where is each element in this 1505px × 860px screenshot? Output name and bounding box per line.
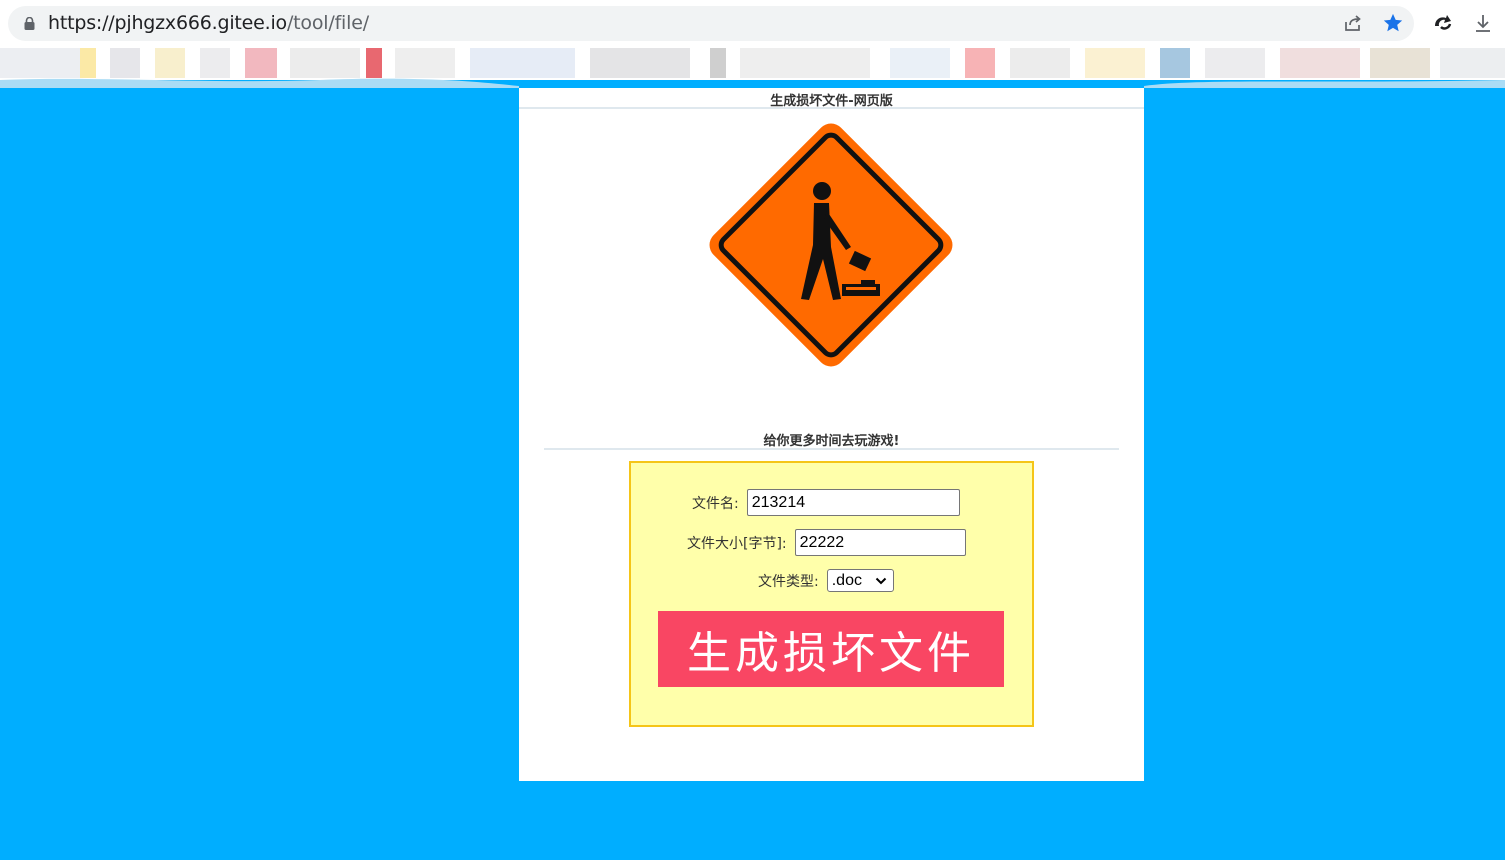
construction-worker-sign-icon [709,123,953,367]
bookmark-blurred[interactable] [200,48,230,78]
address-bar[interactable]: https://pjhgzx666.gitee.io/tool/file/ [8,6,1414,41]
slogan-text: 给你更多时间去玩游戏! [763,434,900,449]
bookmark-blurred[interactable] [290,48,360,78]
bookmark-blurred[interactable] [740,48,870,78]
bookmark-blurred[interactable] [110,48,140,78]
filetype-selected: .doc [831,571,862,589]
bookmark-blurred[interactable] [366,48,382,78]
extension-icon[interactable] [1432,12,1454,34]
bookmark-blurred[interactable] [1370,48,1430,78]
bookmark-blurred[interactable] [245,48,277,78]
bookmark-blurred[interactable] [395,48,455,78]
filetype-row: 文件类型: .doc [758,569,894,592]
lock-icon[interactable] [24,17,35,30]
title-divider [519,107,1144,109]
slogan-divider [544,448,1119,450]
bookmark-blurred[interactable] [1280,48,1360,78]
url-text[interactable]: https://pjhgzx666.gitee.io/tool/file/ [48,12,369,34]
bookmark-blurred[interactable] [890,48,950,78]
bookmark-star-icon[interactable] [1382,12,1404,34]
browser-toolbar: https://pjhgzx666.gitee.io/tool/file/ [0,0,1505,48]
bookmark-blurred[interactable] [155,48,185,78]
download-icon[interactable] [1472,12,1494,34]
share-icon[interactable] [1342,12,1364,34]
page-top-edge [0,78,1505,88]
bookmark-blurred[interactable] [0,48,80,78]
filename-label: 文件名: [692,495,739,512]
bookmark-blurred[interactable] [710,48,726,78]
bookmark-blurred[interactable] [1160,48,1190,78]
filename-row: 文件名: [692,489,960,516]
bookmark-blurred[interactable] [1010,48,1070,78]
bookmark-blurred[interactable] [1205,48,1265,78]
generator-form: 文件名: 文件大小[字节]: 文件类型: .doc 生成损坏文件 [629,461,1034,727]
filesize-row: 文件大小[字节]: [687,529,966,556]
bookmark-blurred[interactable] [1440,48,1505,78]
bookmark-blurred[interactable] [80,48,96,78]
main-card: 生成损坏文件-网页版 给你更多时间去玩游戏! 文件名: 文件大小[字节]: 文件… [519,88,1144,781]
bookmark-blurred[interactable] [590,48,690,78]
chevron-down-icon [875,577,886,585]
filename-input[interactable] [746,489,960,516]
url-host: https://pjhgzx666.gitee.io [48,12,287,34]
filesize-label: 文件大小[字节]: [687,535,787,552]
filesize-input[interactable] [794,529,966,556]
generate-button[interactable]: 生成损坏文件 [658,611,1004,687]
bookmark-blurred[interactable] [470,48,575,78]
bookmark-blurred[interactable] [965,48,995,78]
url-path: /tool/file/ [286,12,369,34]
bookmark-blurred[interactable] [1085,48,1145,78]
filetype-label: 文件类型: [758,573,819,590]
filetype-select[interactable]: .doc [826,569,894,592]
